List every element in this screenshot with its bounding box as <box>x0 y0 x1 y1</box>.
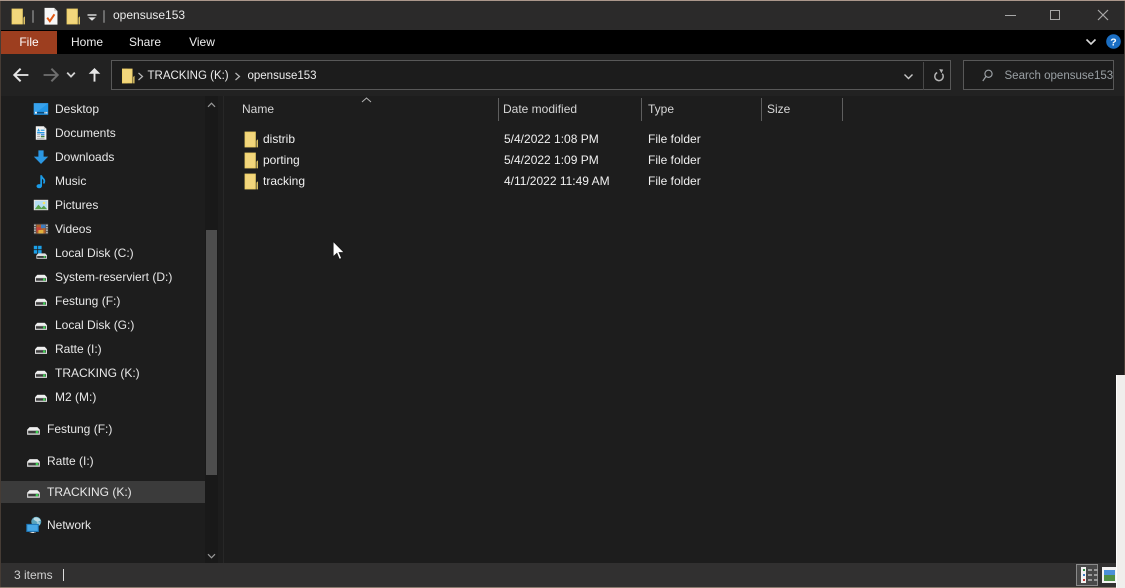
svg-text:?: ? <box>1110 36 1116 48</box>
